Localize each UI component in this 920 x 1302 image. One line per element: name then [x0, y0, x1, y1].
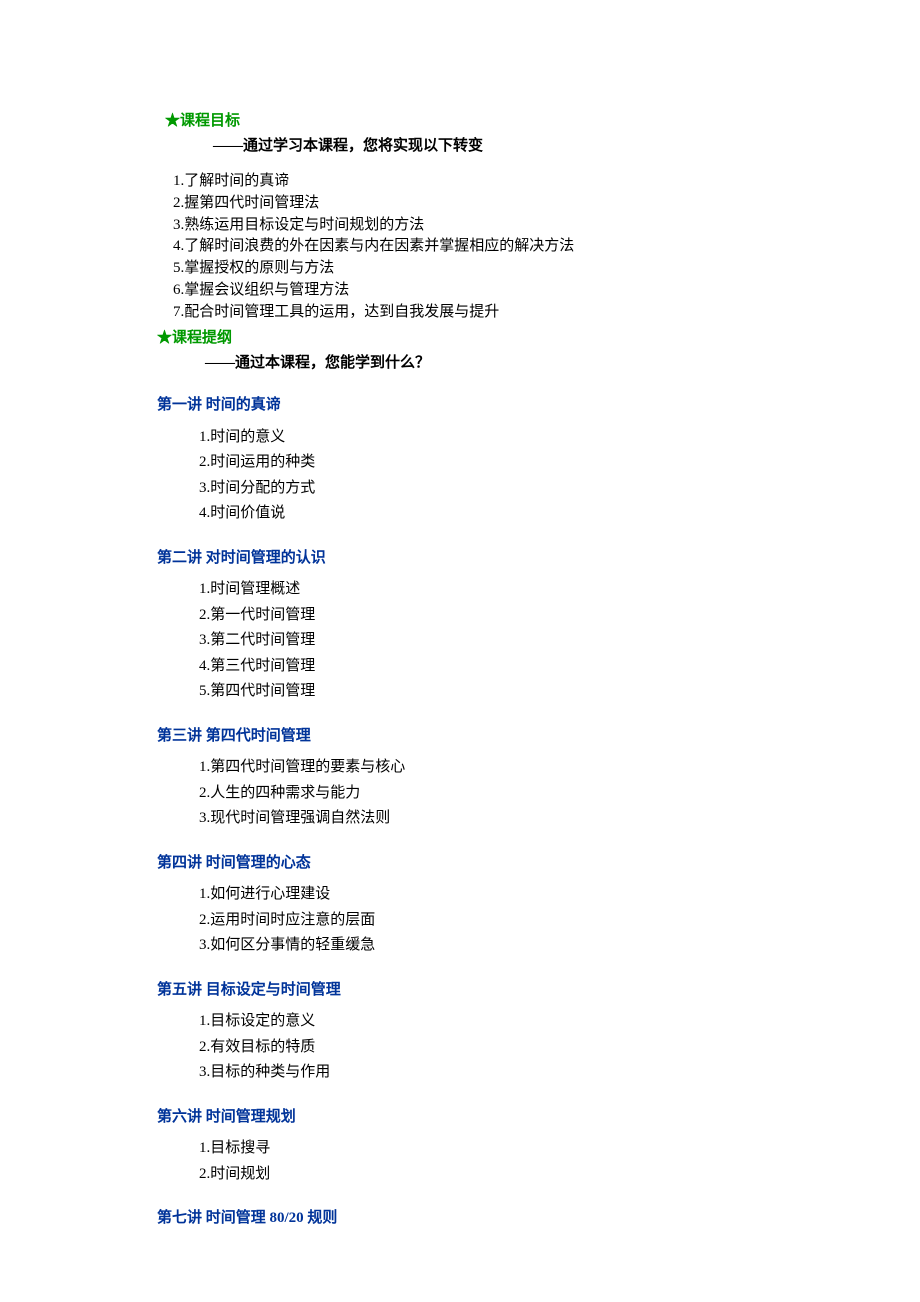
lecture-item: 2.有效目标的特质	[199, 1035, 920, 1061]
goal-item: 3.熟练运用目标设定与时间规划的方法	[173, 215, 920, 237]
lecture-block: 第六讲 时间管理规划 1.目标搜寻 2.时间规划	[157, 1106, 920, 1188]
lecture-item: 2.人生的四种需求与能力	[199, 781, 920, 807]
lecture-title: 第二讲 对时间管理的认识	[157, 547, 920, 570]
goal-item: 1.了解时间的真谛	[173, 171, 920, 193]
lecture-item: 1.目标搜寻	[199, 1136, 920, 1162]
goal-item: 6.掌握会议组织与管理方法	[173, 280, 920, 302]
course-goals-header: ★课程目标	[165, 110, 920, 133]
lecture-item: 3.时间分配的方式	[199, 476, 920, 502]
lecture-item: 1.时间的意义	[199, 425, 920, 451]
lecture-item: 1.目标设定的意义	[199, 1009, 920, 1035]
course-goals-section: ★课程目标 ——通过学习本课程，您将实现以下转变 1.了解时间的真谛 2.握第四…	[165, 110, 920, 323]
lecture-block: 第三讲 第四代时间管理 1.第四代时间管理的要素与核心 2.人生的四种需求与能力…	[157, 725, 920, 832]
lecture-title: 第三讲 第四代时间管理	[157, 725, 920, 748]
goal-item: 7.配合时间管理工具的运用，达到自我发展与提升	[173, 302, 920, 324]
goal-item: 4.了解时间浪费的外在因素与内在因素并掌握相应的解决方法	[173, 236, 920, 258]
course-outline-header: ★课程提纲	[157, 327, 920, 350]
lecture-item: 3.目标的种类与作用	[199, 1060, 920, 1086]
lecture-block: 第二讲 对时间管理的认识 1.时间管理概述 2.第一代时间管理 3.第二代时间管…	[157, 547, 920, 705]
goal-item: 5.掌握授权的原则与方法	[173, 258, 920, 280]
goal-item: 2.握第四代时间管理法	[173, 193, 920, 215]
lecture-item: 3.如何区分事情的轻重缓急	[199, 933, 920, 959]
lecture-item: 1.第四代时间管理的要素与核心	[199, 755, 920, 781]
lecture-item: 2.时间运用的种类	[199, 450, 920, 476]
lecture-item: 3.现代时间管理强调自然法则	[199, 806, 920, 832]
lecture-block: 第一讲 时间的真谛 1.时间的意义 2.时间运用的种类 3.时间分配的方式 4.…	[157, 394, 920, 527]
lecture-title: 第六讲 时间管理规划	[157, 1106, 920, 1129]
course-outline-subtitle: ——通过本课程，您能学到什么？	[205, 352, 920, 375]
lecture-block: 第四讲 时间管理的心态 1.如何进行心理建设 2.运用时间时应注意的层面 3.如…	[157, 852, 920, 959]
lecture-block: 第五讲 目标设定与时间管理 1.目标设定的意义 2.有效目标的特质 3.目标的种…	[157, 979, 920, 1086]
star-icon: ★	[165, 113, 180, 129]
course-goals-list: 1.了解时间的真谛 2.握第四代时间管理法 3.熟练运用目标设定与时间规划的方法…	[165, 171, 920, 323]
lecture-item: 2.运用时间时应注意的层面	[199, 908, 920, 934]
lecture-item: 4.第三代时间管理	[199, 654, 920, 680]
course-outline-section: ★课程提纲 ——通过本课程，您能学到什么？ 第一讲 时间的真谛 1.时间的意义 …	[157, 327, 920, 1230]
lecture-item: 2.时间规划	[199, 1162, 920, 1188]
course-outline-title: 课程提纲	[172, 330, 232, 346]
lecture-title: 第七讲 时间管理 80/20 规则	[157, 1207, 920, 1230]
lecture-block: 第七讲 时间管理 80/20 规则	[157, 1207, 920, 1230]
lecture-title: 第一讲 时间的真谛	[157, 394, 920, 417]
lecture-item: 1.如何进行心理建设	[199, 882, 920, 908]
course-goals-subtitle: ——通过学习本课程，您将实现以下转变	[213, 135, 920, 158]
lecture-item: 1.时间管理概述	[199, 577, 920, 603]
lecture-title: 第四讲 时间管理的心态	[157, 852, 920, 875]
lecture-item: 4.时间价值说	[199, 501, 920, 527]
lecture-title: 第五讲 目标设定与时间管理	[157, 979, 920, 1002]
lecture-item: 2.第一代时间管理	[199, 603, 920, 629]
lecture-item: 3.第二代时间管理	[199, 628, 920, 654]
lecture-item: 5.第四代时间管理	[199, 679, 920, 705]
course-goals-title: 课程目标	[180, 113, 240, 129]
star-icon: ★	[157, 330, 172, 346]
